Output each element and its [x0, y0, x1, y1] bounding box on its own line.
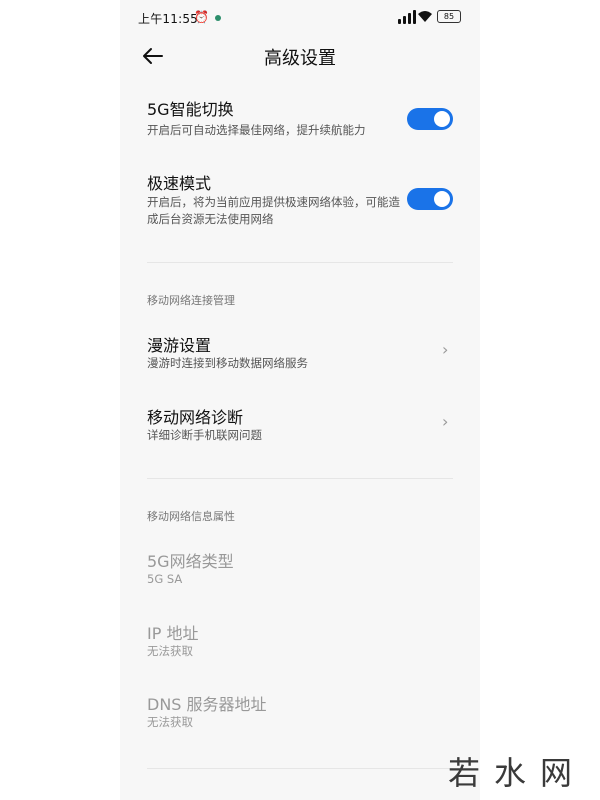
page-header: 高级设置: [120, 36, 480, 76]
page-title: 高级设置: [264, 48, 336, 69]
row-title: 漫游设置: [147, 336, 212, 355]
toggle-5g-smart-switch[interactable]: [407, 108, 453, 130]
wifi-icon: [417, 10, 433, 26]
section-label-connection: 移动网络连接管理: [147, 294, 235, 307]
status-bar: 上午11:55 ⏰ 85: [120, 0, 480, 36]
section-label-info: 移动网络信息属性: [147, 510, 235, 523]
divider: [147, 478, 453, 479]
row-speed-mode[interactable]: 极速模式 开启后，将为当前应用提供极速网络体验，可能造成后台资源无法使用网络: [120, 170, 480, 230]
chevron-right-icon: ›: [442, 340, 449, 359]
row-5g-smart-switch[interactable]: 5G智能切换 开启后可自动选择最佳网络，提升续航能力: [120, 96, 480, 146]
toggle-speed-mode[interactable]: [407, 188, 453, 210]
row-subtitle: 开启后可自动选择最佳网络，提升续航能力: [147, 123, 366, 137]
row-title: DNS 服务器地址: [147, 695, 267, 714]
row-title: IP 地址: [147, 624, 199, 643]
phone-screen: 上午11:55 ⏰ 85 高级设置 5G智能切换 开启后可自动选择最佳网络，提升…: [120, 0, 480, 800]
info-item-5g-type: 5G网络类型 5G SA: [120, 548, 480, 588]
divider: [147, 262, 453, 263]
chevron-right-icon: ›: [442, 412, 449, 431]
nav-item-diagnosis[interactable]: 移动网络诊断 详细诊断手机联网问题 ›: [120, 404, 480, 446]
row-subtitle: 详细诊断手机联网问题: [147, 428, 262, 442]
notification-dot-icon: [215, 15, 221, 21]
divider: [147, 768, 453, 769]
row-value: 无法获取: [147, 715, 193, 729]
status-time: 上午11:55: [138, 12, 198, 26]
info-item-dns-address: DNS 服务器地址 无法获取: [120, 691, 480, 731]
row-value: 5G SA: [147, 572, 183, 586]
row-title: 5G智能切换: [147, 100, 234, 119]
info-item-ip-address: IP 地址 无法获取: [120, 620, 480, 660]
row-subtitle: 漫游时连接到移动数据网络服务: [147, 356, 308, 370]
row-title: 5G网络类型: [147, 552, 234, 571]
row-value: 无法获取: [147, 644, 193, 658]
row-title: 极速模式: [147, 174, 212, 193]
watermark-logo: 若水网: [448, 754, 587, 792]
alarm-icon: ⏰: [194, 10, 209, 24]
battery-icon: 85: [437, 10, 461, 23]
row-title: 移动网络诊断: [147, 408, 244, 427]
signal-icon: [396, 10, 416, 24]
nav-item-roaming[interactable]: 漫游设置 漫游时连接到移动数据网络服务 ›: [120, 332, 480, 374]
row-subtitle: 开启后，将为当前应用提供极速网络体验，可能造成后台资源无法使用网络: [147, 195, 400, 226]
